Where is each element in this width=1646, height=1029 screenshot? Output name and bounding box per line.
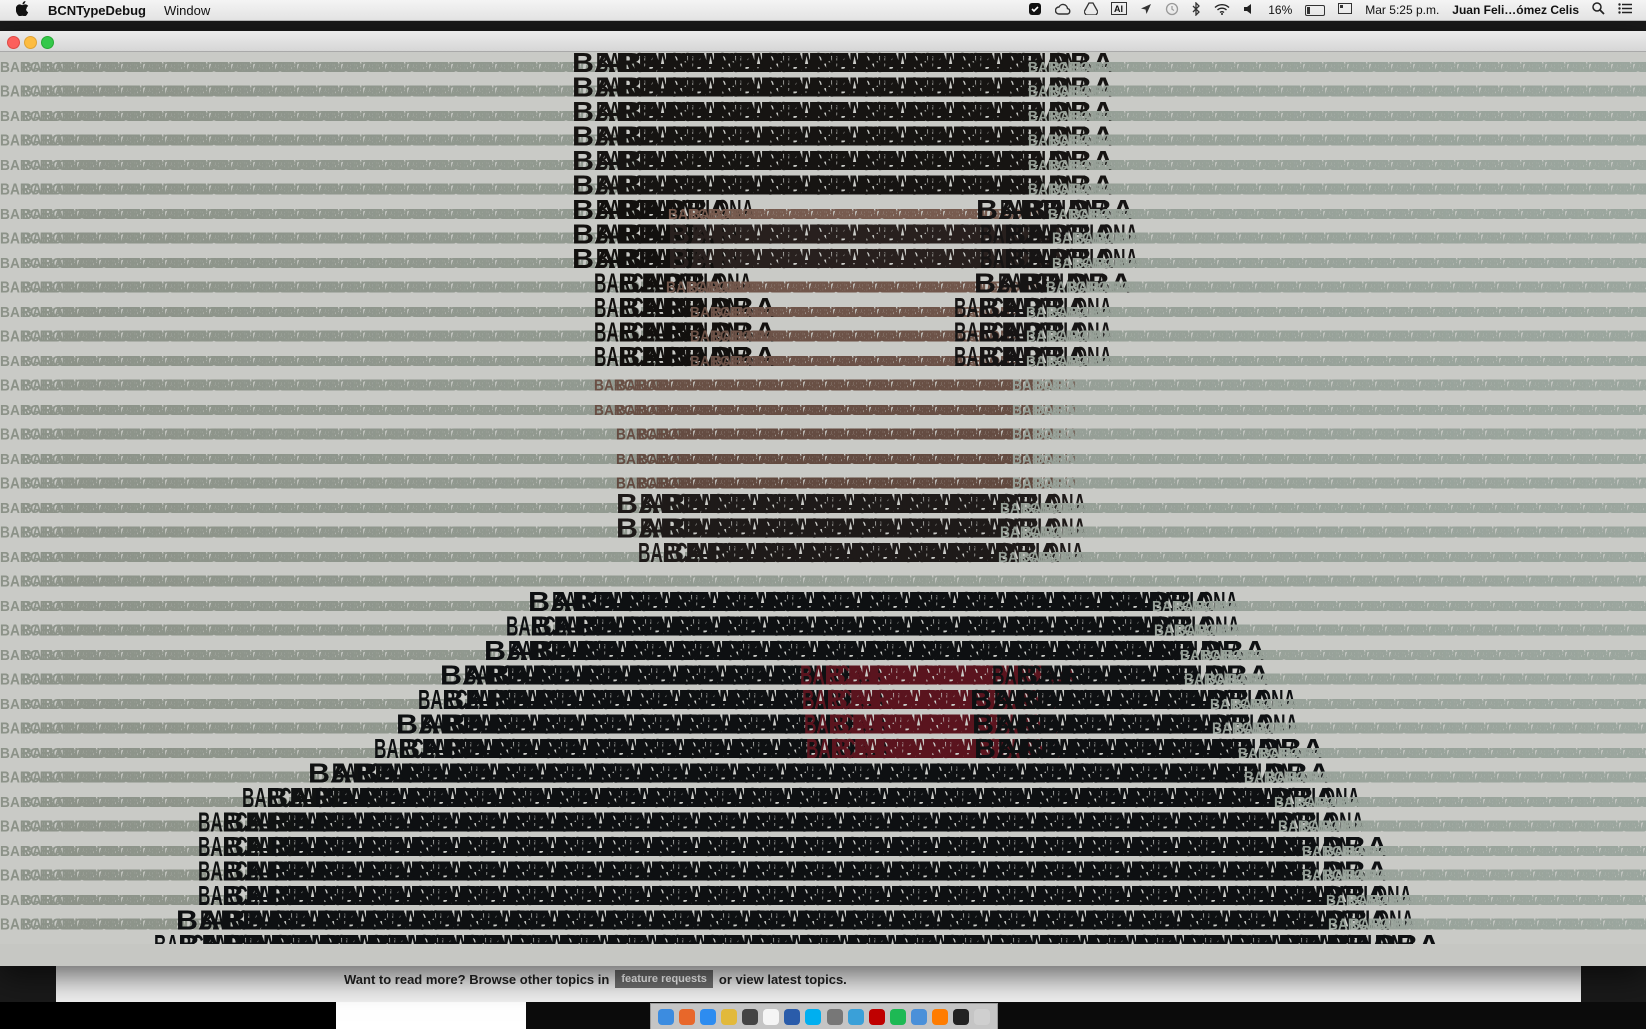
background-window-white: [336, 1002, 527, 1029]
menu-clock[interactable]: Mar 5:25 p.m.: [1365, 3, 1439, 17]
portrait-word: BARCELONA: [1628, 451, 1646, 468]
skype-icon[interactable]: [805, 1008, 822, 1025]
menu-bar: BCNTypeDebug Window AI 16% Mar 5:25 p.m.…: [0, 0, 1646, 21]
shield-check-icon[interactable]: [1028, 2, 1042, 19]
portrait-word: BARCELONA: [1638, 623, 1646, 640]
trash-icon[interactable]: [974, 1008, 991, 1025]
spotlight-search-icon[interactable]: [1592, 2, 1605, 18]
preview-icon[interactable]: [826, 1008, 843, 1025]
portrait-word: BARCELONA: [1632, 868, 1646, 885]
window-minimize-button[interactable]: [24, 36, 37, 49]
battery-level: [1307, 6, 1310, 14]
time-machine-icon[interactable]: [1165, 2, 1179, 19]
window-zoom-button[interactable]: [41, 36, 54, 49]
safari-icon[interactable]: [699, 1008, 716, 1025]
portrait-word: BARCELONA: [1632, 843, 1646, 860]
battery-percent[interactable]: 16%: [1268, 3, 1292, 17]
apple-icon[interactable]: [15, 1, 32, 19]
portrait-word: BARCELONA: [1628, 574, 1646, 591]
portrait-word: BARCELONA: [1626, 794, 1646, 811]
portrait-word: BARCELONA: [1628, 427, 1646, 444]
notes-icon[interactable]: [763, 1008, 780, 1025]
portrait-word: BARCELONA: [1628, 696, 1646, 713]
portrait-word: BARCELONA: [1640, 941, 1646, 944]
downloads-icon[interactable]: [911, 1008, 928, 1025]
portrait-word: BARCELONA: [1622, 59, 1646, 76]
portrait-word: BARCELONA: [1642, 329, 1646, 346]
portrait-word: BARCELONA: [1642, 304, 1646, 321]
illustrator-icon[interactable]: [932, 1008, 949, 1025]
portrait-word: BARCELONA: [1640, 280, 1646, 297]
portrait-word: BARCELONA: [1642, 206, 1646, 223]
os-icon[interactable]: [953, 1008, 970, 1025]
portrait-word: BARCELONA: [1636, 917, 1646, 934]
status-area: AI 16% Mar 5:25 p.m. Juan Feli…ómez Celi…: [1028, 0, 1632, 19]
portrait-word: BARCELONA: [1628, 402, 1646, 419]
dock: [650, 1003, 998, 1029]
filezilla-icon[interactable]: [868, 1008, 885, 1025]
word-icon[interactable]: [784, 1008, 801, 1025]
footer-prefix: Want to read more? Browse other topics i…: [344, 971, 610, 987]
portrait-word: BARCELONA: [1622, 133, 1646, 150]
app-name-menu[interactable]: BCNTypeDebug: [48, 3, 146, 18]
user-account-menu[interactable]: Juan Feli…ómez Celis: [1452, 3, 1579, 17]
volume-icon[interactable]: [1243, 3, 1255, 18]
portrait-word: BARCELONA: [1624, 255, 1646, 272]
wifi-icon[interactable]: [1214, 3, 1230, 18]
adobe-icon[interactable]: AI: [1111, 2, 1128, 18]
spotify-icon[interactable]: [889, 1008, 906, 1025]
notification-center-icon[interactable]: [1618, 3, 1632, 17]
portrait-word: BARCELONA: [1636, 549, 1646, 566]
finder-icon[interactable]: [657, 1008, 674, 1025]
location-arrow-icon[interactable]: [1140, 3, 1152, 18]
portrait-word: BARCELONA: [1630, 721, 1646, 738]
portrait-word: BARCELONA: [1642, 647, 1646, 664]
portrait-word: BARCELONA: [1638, 500, 1646, 517]
portrait-word: BARCELONA: [1628, 476, 1646, 493]
portrait-word: BARCELONA: [1622, 108, 1646, 125]
window-menu[interactable]: Window: [164, 3, 210, 18]
app-window: BARCELONA BARCELONA BARCELONA BARCELONA BARC…: [0, 31, 1646, 966]
typographic-portrait-canvas[interactable]: BARCELONA BARCELONA BARCELONA BARCELONA BARC…: [0, 52, 1646, 944]
portrait-word: BARCELONA: [1634, 892, 1646, 909]
background-window-dark-left: [0, 1002, 336, 1029]
svg-text:AI: AI: [1114, 4, 1123, 14]
portrait-word: BARCELONA: [1634, 745, 1646, 762]
portrait-word: BARCELONA: [1640, 770, 1646, 787]
portrait-word: BARCELONA: [1638, 525, 1646, 542]
infinity-icon[interactable]: [847, 1008, 864, 1025]
portrait-word: BARCELONA: [1624, 231, 1646, 248]
window-close-button[interactable]: [7, 36, 20, 49]
portrait-word: BARCELONA: [1630, 819, 1646, 836]
portrait-word: BARCELONA: [1624, 672, 1646, 689]
portrait-word: BARCELONA: [1636, 598, 1646, 615]
firefox-icon[interactable]: [678, 1008, 695, 1025]
portrait-word: BARCELONA: [1628, 378, 1646, 395]
portrait-render: BARCELONA BARCELONA BARCELONA BARCELONA BARC…: [0, 52, 1646, 944]
window-titlebar[interactable]: [0, 31, 1646, 52]
app-store-icon[interactable]: [742, 1008, 759, 1025]
creative-cloud-icon[interactable]: [1055, 3, 1071, 18]
battery-icon[interactable]: [1305, 4, 1326, 16]
feature-requests-link[interactable]: feature requests: [615, 970, 713, 988]
chrome-icon[interactable]: [720, 1008, 737, 1025]
drive-icon[interactable]: [1083, 2, 1099, 18]
portrait-word: BARCELONA: [1622, 182, 1646, 199]
bluetooth-icon[interactable]: [1192, 0, 1201, 19]
portrait-word: BARCELONA: [1622, 157, 1646, 174]
footer-suffix[interactable]: or view latest topics.: [719, 972, 847, 987]
topic-footer: Want to read more? Browse other topics i…: [344, 970, 847, 988]
portrait-word: BARCELONA: [1622, 84, 1646, 101]
display-icon[interactable]: [1338, 2, 1353, 18]
portrait-word: BARCELONA: [1642, 353, 1646, 370]
